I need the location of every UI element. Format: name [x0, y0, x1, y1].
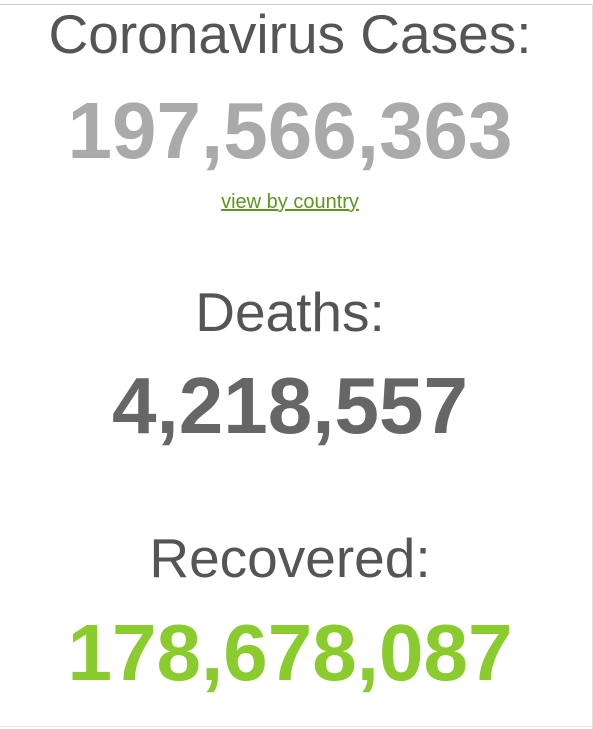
view-by-country-link[interactable]: view by country	[0, 190, 580, 214]
bottom-divider	[0, 726, 593, 727]
cases-count: 197,566,363	[67, 86, 513, 175]
recovered-label: Recovered:	[149, 527, 431, 589]
cases-label: Coronavirus Cases:	[48, 3, 532, 65]
recovered-count: 178,678,087	[67, 608, 513, 697]
deaths-label: Deaths:	[195, 281, 385, 343]
deaths-count: 4,218,557	[112, 361, 468, 450]
